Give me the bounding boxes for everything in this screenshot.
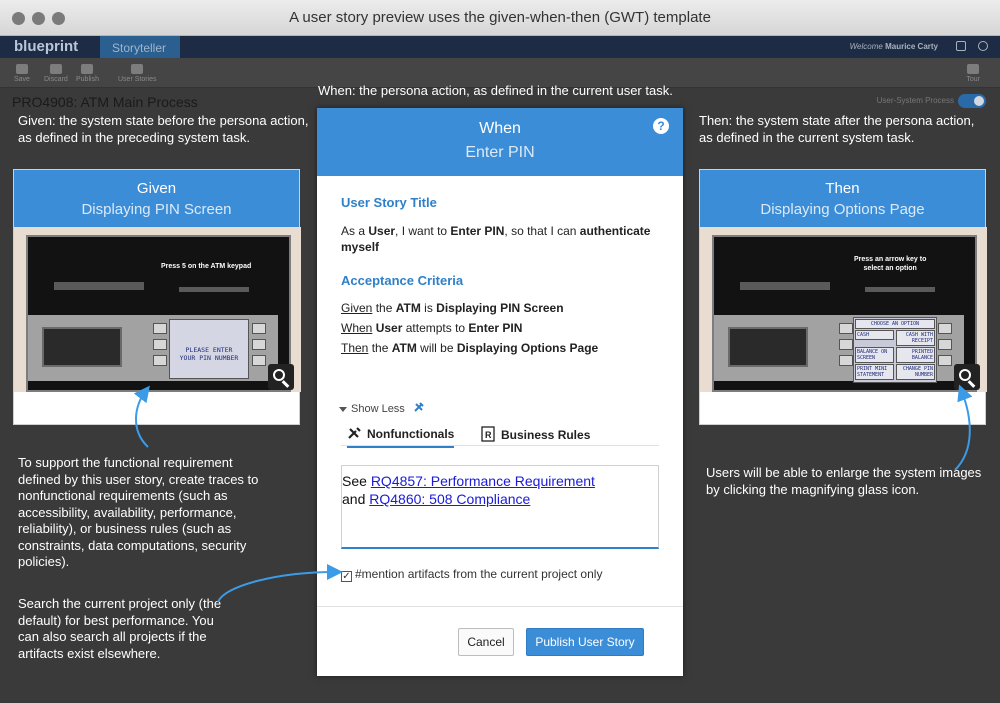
callout-arrows (133, 384, 973, 603)
arrow-to-magnifier-given (133, 385, 150, 448)
arrow-to-checkbox (217, 564, 343, 603)
arrow-to-magnifier-then (954, 384, 973, 471)
